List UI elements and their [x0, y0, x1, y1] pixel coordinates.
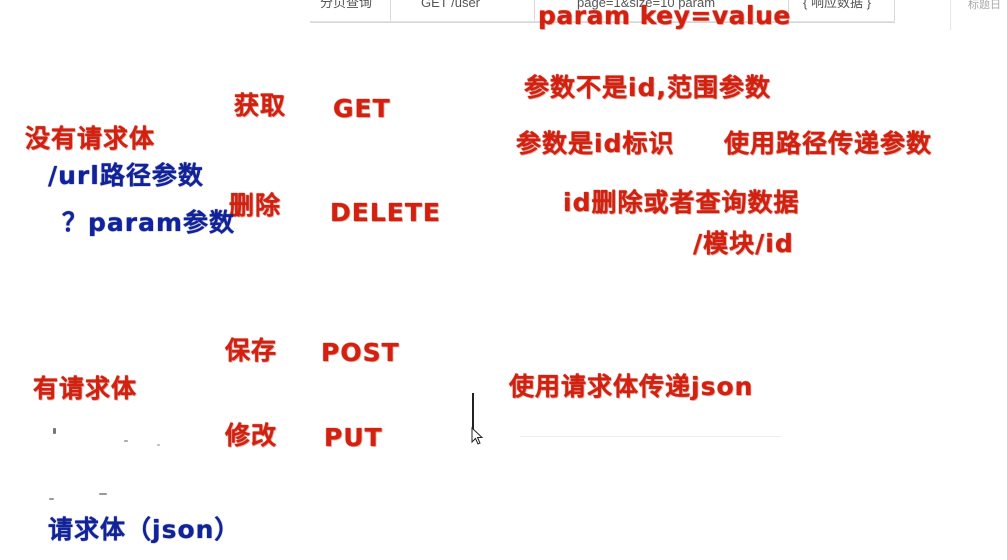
ink-mark	[157, 444, 160, 446]
ink-mark	[124, 440, 128, 442]
put-cn-label: 修改	[225, 421, 278, 450]
path-pass-label: 使用路径传递参数	[724, 129, 933, 158]
table-cell-method: GET /user	[391, 0, 535, 22]
table-cell-response-text: { 响应数据 }	[803, 0, 871, 10]
param-kv-label: param key=value	[538, 1, 791, 30]
delete-method-label: DELETE	[330, 198, 441, 227]
range-param-label: 参数不是id,范围参数	[524, 73, 771, 102]
table-cell-method-text: GET /user	[421, 0, 481, 10]
no-body-label: 没有请求体	[25, 124, 156, 153]
id-delete-query-label: id删除或者查询数据	[563, 188, 800, 217]
table-cell-response: { 响应数据 }	[789, 0, 895, 22]
body-json-pass-label: 使用请求体传递json	[509, 372, 754, 401]
get-method-label: GET	[333, 94, 391, 123]
put-method-label: PUT	[324, 423, 383, 452]
id-param-label: 参数是id标识	[516, 129, 675, 158]
mouse-pointer-icon	[471, 427, 484, 445]
panel-divider	[950, 0, 951, 30]
table-cell-desc-text: 分页查询	[320, 0, 373, 10]
text-cursor	[472, 393, 474, 431]
url-path-param-label: /url路径参数	[48, 161, 204, 190]
top-right-text: 标题日	[968, 0, 1001, 11]
ink-mark	[49, 498, 54, 500]
body-json-label: 请求体（json）	[48, 515, 241, 544]
ink-mark	[99, 493, 107, 495]
table-cell-desc: 分页查询	[310, 0, 391, 22]
has-body-label: 有请求体	[33, 374, 138, 403]
post-cn-label: 保存	[225, 336, 278, 365]
query-param-label: ？param参数	[62, 208, 236, 237]
faint-guide-line	[520, 436, 782, 437]
ink-mark	[53, 428, 56, 434]
module-id-label: /模块/id	[693, 229, 794, 258]
get-cn-label: 获取	[234, 91, 287, 120]
delete-cn-label: 删除	[229, 191, 282, 220]
post-method-label: POST	[321, 338, 400, 367]
